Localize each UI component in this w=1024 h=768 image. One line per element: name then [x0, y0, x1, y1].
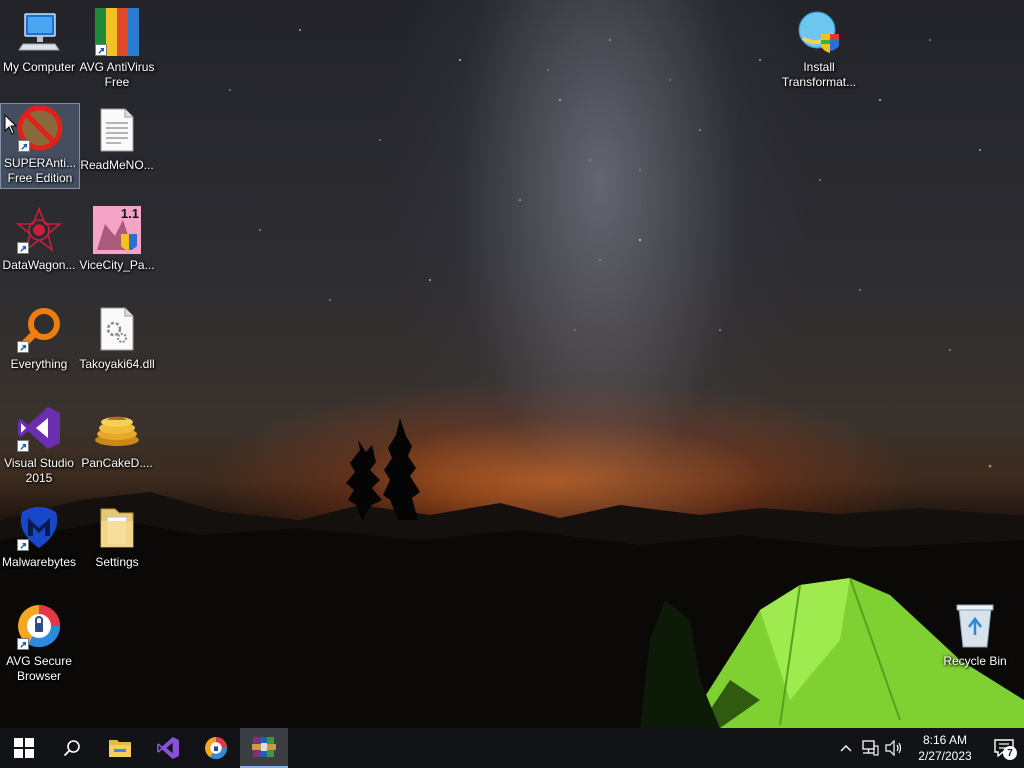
visual-studio-icon	[157, 737, 179, 759]
mouse-cursor-icon	[4, 114, 18, 135]
desktop-icon-label: DataWagon...	[2, 258, 76, 272]
file-explorer-icon	[109, 740, 131, 757]
text-document-icon	[93, 106, 141, 154]
desktop-icon-vicecity[interactable]: 1.1 ViceCity_Pa...	[78, 206, 156, 273]
notification-count-badge: 7	[1003, 746, 1017, 760]
installer-icon	[795, 8, 843, 56]
shortcut-arrow-icon	[17, 638, 29, 650]
desktop-icon-label: My Computer	[2, 60, 76, 74]
desktop-icon-label: Settings	[95, 555, 139, 569]
winrar-icon	[252, 737, 276, 757]
windows-start-icon	[14, 738, 34, 758]
shortcut-arrow-icon	[17, 440, 29, 452]
show-hidden-icons-button[interactable]	[834, 728, 858, 768]
shortcut-arrow-icon	[18, 140, 30, 152]
network-icon	[862, 740, 879, 756]
system-tray: 8:16 AM 2/27/2023 7	[834, 728, 1024, 768]
desktop-icon-label: AVG AntiVirus Free	[79, 60, 155, 89]
desktop-icon-pancake[interactable]: PanCakeD....	[78, 404, 156, 471]
desktop-icon-datawagon[interactable]: DataWagon...	[0, 206, 78, 273]
recycle-bin-icon	[951, 602, 999, 650]
taskbar-avg-secure-browser[interactable]	[192, 728, 240, 768]
taskbar: 8:16 AM 2/27/2023 7	[0, 728, 1024, 768]
shortcut-arrow-icon	[17, 341, 29, 353]
desktop-icon-settings-folder[interactable]: Settings	[78, 503, 156, 570]
desktop-icon-label: Install Transformat...	[781, 60, 857, 89]
shortcut-arrow-icon	[17, 242, 29, 254]
vicecity-patch-icon: 1.1	[93, 206, 141, 254]
desktop-icon-label: ViceCity_Pa...	[79, 258, 155, 272]
folder-icon	[93, 503, 141, 551]
computer-icon	[15, 8, 63, 56]
shortcut-arrow-icon	[17, 539, 29, 551]
desktop-icon-everything[interactable]: Everything	[0, 305, 78, 372]
vicecity-version-badge: 1.1	[120, 206, 139, 221]
desktop-icon-avg-antivirus[interactable]: AVG AntiVirus Free	[78, 8, 156, 90]
desktop-icon-takoyaki-dll[interactable]: Takoyaki64.dll	[78, 305, 156, 372]
taskbar-winrar[interactable]	[240, 728, 288, 768]
desktop-icon-install-transformation[interactable]: Install Transformat...	[780, 8, 858, 90]
desktop-icon-malwarebytes[interactable]: Malwarebytes	[0, 503, 78, 570]
start-button[interactable]	[0, 728, 48, 768]
clock-date: 2/27/2023	[918, 749, 972, 763]
desktop-icon-label: Malwarebytes	[1, 555, 77, 569]
desktop-icon-label: AVG Secure Browser	[6, 654, 72, 683]
desktop-icon-visual-studio-2015[interactable]: Visual Studio 2015	[0, 404, 78, 486]
network-tray-button[interactable]	[858, 728, 882, 768]
desktop-icon-label: Everything	[10, 357, 68, 371]
visual-studio-icon	[15, 404, 63, 452]
search-button[interactable]	[48, 728, 96, 768]
volume-tray-button[interactable]	[882, 728, 906, 768]
superantispyware-icon	[16, 104, 64, 152]
datawagon-icon	[15, 206, 63, 254]
desktop-icon-label: Takoyaki64.dll	[79, 357, 155, 371]
avg-browser-icon	[15, 602, 63, 650]
desktop-icon-label: PanCakeD....	[81, 456, 153, 470]
shortcut-arrow-icon	[95, 44, 107, 56]
desktop-icon-label: Recycle Bin	[943, 654, 1007, 668]
clock-time: 8:16 AM	[922, 733, 968, 747]
chevron-up-icon	[840, 745, 852, 752]
taskbar-file-explorer[interactable]	[96, 728, 144, 768]
action-center-button[interactable]: 7	[984, 728, 1024, 768]
desktop-icon-recycle-bin[interactable]: Recycle Bin	[936, 602, 1014, 669]
desktop-icon-readme[interactable]: ReadMeNO...	[78, 106, 156, 173]
malwarebytes-icon	[15, 503, 63, 551]
avg-browser-icon	[205, 737, 227, 760]
desktop-icon-label: Visual Studio 2015	[4, 456, 74, 485]
search-icon	[63, 740, 80, 757]
dll-file-icon	[93, 305, 141, 353]
avg-antivirus-icon	[93, 8, 141, 56]
taskbar-clock[interactable]: 8:16 AM 2/27/2023	[912, 732, 978, 764]
taskbar-visual-studio[interactable]	[144, 728, 192, 768]
desktop-icon-label: SUPERAnti... Free Edition	[3, 156, 77, 185]
desktop-icon-avg-secure-browser[interactable]: AVG Secure Browser	[0, 602, 78, 684]
desktop-icon-label: ReadMeNO...	[80, 158, 154, 172]
desktop-icon-my-computer[interactable]: My Computer	[0, 8, 78, 75]
everything-search-icon	[15, 305, 63, 353]
speaker-volume-icon	[885, 740, 902, 756]
pancake-icon	[93, 404, 141, 452]
